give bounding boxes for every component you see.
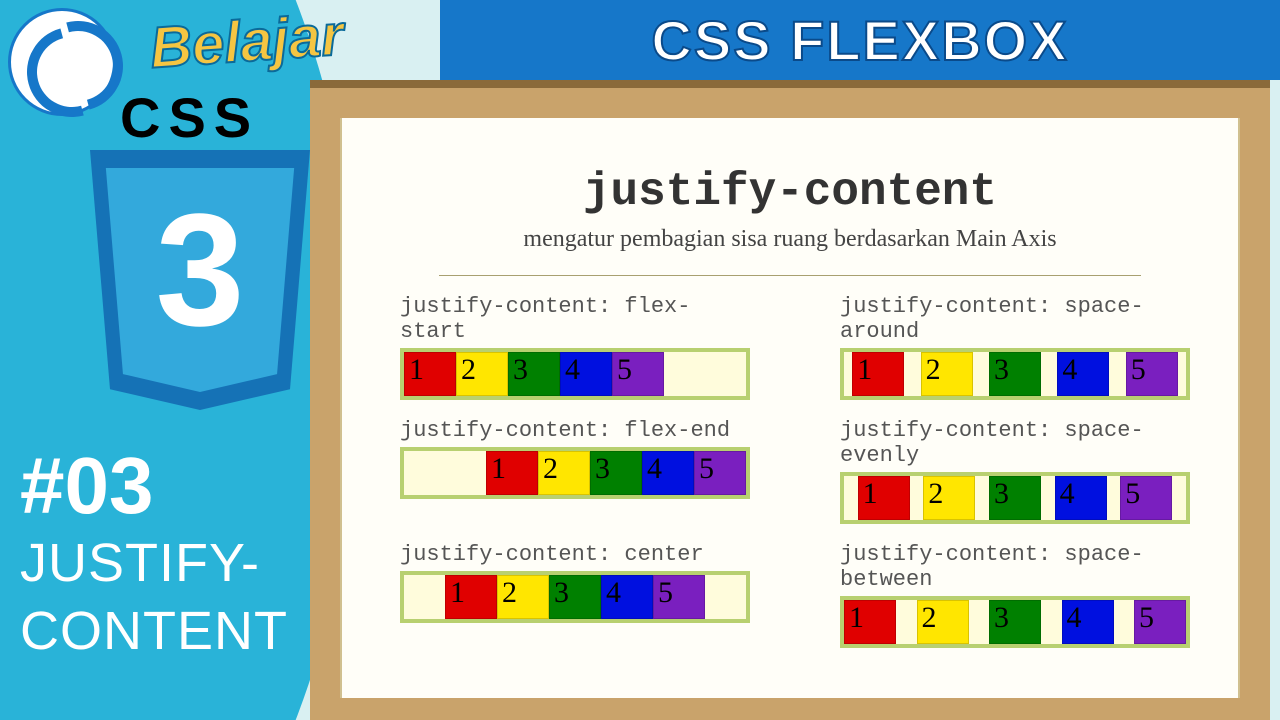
examples-grid: justify-content: flex-start12345justify-… xyxy=(382,294,1198,648)
flex-item: 5 xyxy=(694,451,746,495)
episode-title: JUSTIFY-CONTENT xyxy=(20,530,360,665)
example-block: justify-content: flex-start12345 xyxy=(400,294,750,400)
flex-demo: 12345 xyxy=(400,447,750,499)
flex-item: 4 xyxy=(560,352,612,396)
flex-demo: 12345 xyxy=(840,596,1190,648)
swirl-icon xyxy=(27,27,97,97)
example-block: justify-content: space-evenly12345 xyxy=(840,418,1190,524)
example-block: justify-content: center 12345 xyxy=(400,542,750,648)
flex-item: 3 xyxy=(508,352,560,396)
flex-item: 5 xyxy=(1134,600,1186,644)
flex-item: 1 xyxy=(852,352,904,396)
flex-item: 2 xyxy=(917,600,969,644)
flex-item: 4 xyxy=(1055,476,1107,520)
divider xyxy=(439,275,1141,276)
flex-item: 4 xyxy=(1057,352,1109,396)
example-block: justify-content: space-between12345 xyxy=(840,542,1190,648)
flex-item: 1 xyxy=(445,575,497,619)
belajar-label: Belajar xyxy=(148,1,346,81)
slide-subtitle: mengatur pembagian sisa ruang berdasarka… xyxy=(382,226,1198,253)
top-banner: CSS FLEXBOX xyxy=(440,0,1280,80)
flex-item: 2 xyxy=(538,451,590,495)
flex-demo: 12345 xyxy=(840,348,1190,400)
example-block: justify-content: flex-end 12345 xyxy=(400,418,750,524)
flex-item: 1 xyxy=(844,600,896,644)
shield-number: 3 xyxy=(75,190,325,350)
css3-shield-icon: 3 xyxy=(75,150,325,430)
flex-item: 5 xyxy=(1126,352,1178,396)
channel-logo xyxy=(8,8,116,116)
slide-background: justify-content mengatur pembagian sisa … xyxy=(310,80,1270,720)
flex-demo: 12345 xyxy=(840,472,1190,524)
banner-title: CSS FLEXBOX xyxy=(651,8,1068,73)
flex-item: 3 xyxy=(989,600,1041,644)
flex-item: 5 xyxy=(1120,476,1172,520)
flex-item: 2 xyxy=(497,575,549,619)
example-block: justify-content: space-around12345 xyxy=(840,294,1190,400)
flex-item: 3 xyxy=(989,476,1041,520)
css-label: CSS xyxy=(120,85,259,150)
example-label: justify-content: space-evenly xyxy=(840,418,1190,468)
example-label: justify-content: center xyxy=(400,542,750,567)
flex-item: 5 xyxy=(612,352,664,396)
flex-demo: 12345 xyxy=(400,571,750,623)
flex-item: 4 xyxy=(1062,600,1114,644)
example-label: justify-content: space-between xyxy=(840,542,1190,592)
flex-item: 1 xyxy=(486,451,538,495)
flex-item: 4 xyxy=(601,575,653,619)
flex-item: 1 xyxy=(404,352,456,396)
flex-demo: 12345 xyxy=(400,348,750,400)
example-label: justify-content: flex-end xyxy=(400,418,750,443)
slide-title: justify-content xyxy=(382,166,1198,218)
episode-number: #03 xyxy=(20,440,153,532)
flex-item: 3 xyxy=(989,352,1041,396)
slide-paper: justify-content mengatur pembagian sisa … xyxy=(340,118,1240,698)
flex-item: 1 xyxy=(858,476,910,520)
flex-item: 4 xyxy=(642,451,694,495)
flex-item: 5 xyxy=(653,575,705,619)
example-label: justify-content: space-around xyxy=(840,294,1190,344)
flex-item: 3 xyxy=(590,451,642,495)
flex-item: 2 xyxy=(921,352,973,396)
flex-item: 2 xyxy=(923,476,975,520)
flex-item: 2 xyxy=(456,352,508,396)
example-label: justify-content: flex-start xyxy=(400,294,750,344)
flex-item: 3 xyxy=(549,575,601,619)
